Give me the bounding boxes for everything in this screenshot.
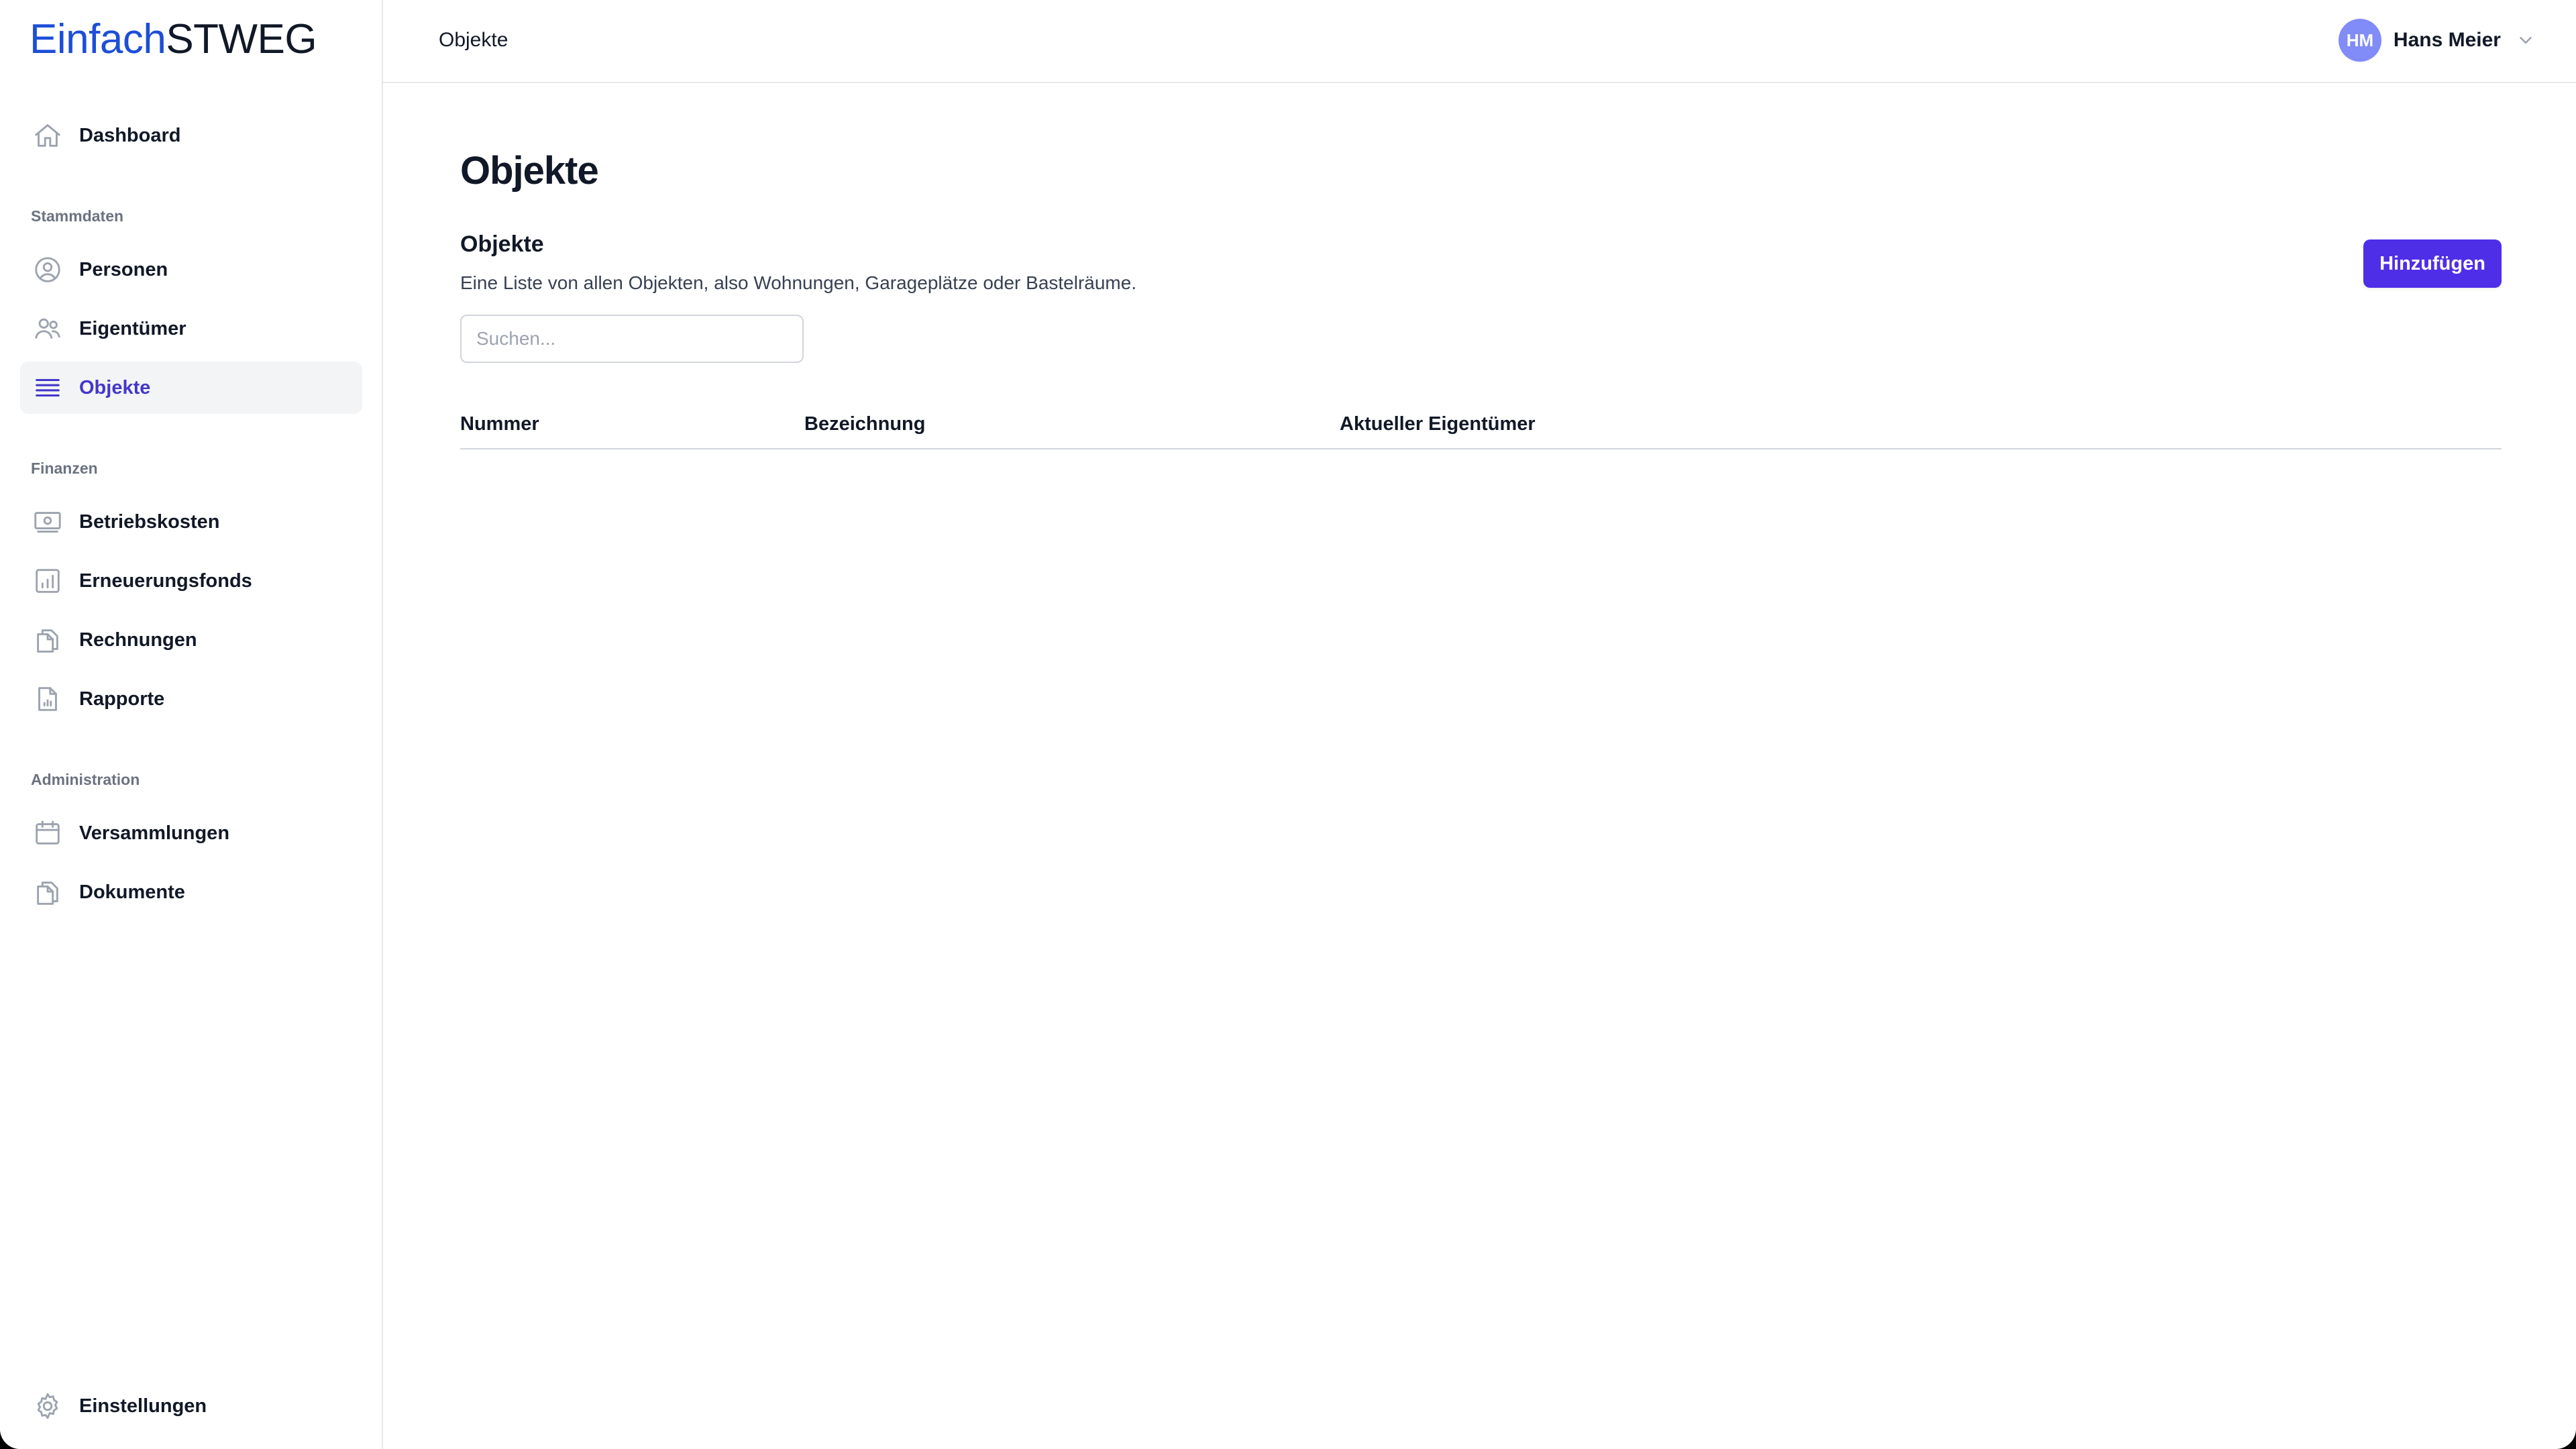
sidebar-item-eigentuemer[interactable]: Eigentümer	[20, 303, 362, 355]
bar-chart-icon	[31, 564, 64, 598]
sidebar-item-dokumente[interactable]: Dokumente	[20, 866, 362, 918]
documents-icon	[31, 875, 64, 909]
sidebar-item-label: Erneuerungsfonds	[79, 570, 252, 592]
logo-text-einfach: Einfach	[30, 16, 166, 62]
sidebar: EinfachSTWEG Dashboard Stammdaten Person…	[0, 0, 383, 1449]
section-label-administration: Administration	[31, 771, 140, 788]
sidebar-item-rapporte[interactable]: Rapporte	[20, 673, 362, 725]
sidebar-item-versammlungen[interactable]: Versammlungen	[20, 807, 362, 859]
column-header-aktueller-eigentuemer[interactable]: Aktueller Eigentümer	[1340, 412, 1536, 436]
sidebar-item-label: Einstellungen	[79, 1395, 207, 1417]
calendar-icon	[31, 816, 64, 850]
sidebar-item-label: Dokumente	[79, 881, 185, 903]
sidebar-item-dashboard[interactable]: Dashboard	[20, 109, 362, 162]
sidebar-item-label: Dashboard	[79, 124, 181, 146]
section-label-finanzen: Finanzen	[31, 460, 98, 477]
sidebar-item-label: Eigentümer	[79, 317, 186, 339]
table-header: Nummer Bezeichnung Aktueller Eigentümer	[460, 398, 2502, 449]
gear-icon	[31, 1389, 64, 1423]
home-icon	[31, 119, 64, 152]
search-input[interactable]	[460, 315, 804, 363]
sidebar-item-personen[interactable]: Personen	[20, 244, 362, 296]
add-button[interactable]: Hinzufügen	[2363, 239, 2502, 288]
sidebar-item-objekte[interactable]: Objekte	[20, 362, 362, 414]
list-icon	[31, 371, 64, 405]
documents-icon	[31, 623, 64, 657]
sidebar-item-rechnungen[interactable]: Rechnungen	[20, 614, 362, 666]
sidebar-item-label: Objekte	[79, 376, 151, 398]
column-header-bezeichnung[interactable]: Bezeichnung	[804, 412, 925, 436]
sidebar-item-betriebskosten[interactable]: Betriebskosten	[20, 496, 362, 548]
column-header-nummer[interactable]: Nummer	[460, 412, 539, 436]
sidebar-item-label: Personen	[79, 258, 168, 280]
chevron-down-icon	[2520, 37, 2532, 44]
sidebar-item-erneuerungsfonds[interactable]: Erneuerungsfonds	[20, 555, 362, 607]
user-menu[interactable]: HM Hans Meier	[2338, 19, 2536, 62]
sidebar-item-label: Versammlungen	[79, 822, 230, 844]
report-icon	[31, 682, 64, 716]
logo-text-stweg: STWEG	[166, 16, 317, 62]
user-circle-icon	[31, 253, 64, 286]
app-logo[interactable]: EinfachSTWEG	[30, 16, 317, 63]
section-description: Eine Liste von allen Objekten, also Wohn…	[460, 272, 1137, 293]
sidebar-item-label: Betriebskosten	[79, 511, 220, 533]
app-window: EinfachSTWEG Dashboard Stammdaten Person…	[0, 0, 2576, 1449]
avatar: HM	[2338, 19, 2381, 62]
banknote-icon	[31, 505, 64, 539]
section-title: Objekte	[460, 231, 544, 257]
section-label-stammdaten: Stammdaten	[31, 207, 124, 225]
users-icon	[31, 312, 64, 345]
page-title: Objekte	[460, 149, 599, 193]
sidebar-item-label: Rapporte	[79, 688, 165, 710]
sidebar-item-label: Rechnungen	[79, 629, 197, 651]
user-name: Hans Meier	[2393, 29, 2501, 51]
main-content: Objekte Objekte Eine Liste von allen Obj…	[383, 83, 2576, 1449]
top-bar: Objekte HM Hans Meier	[383, 0, 2576, 83]
breadcrumb: Objekte	[439, 29, 508, 51]
sidebar-item-einstellungen[interactable]: Einstellungen	[20, 1380, 362, 1432]
